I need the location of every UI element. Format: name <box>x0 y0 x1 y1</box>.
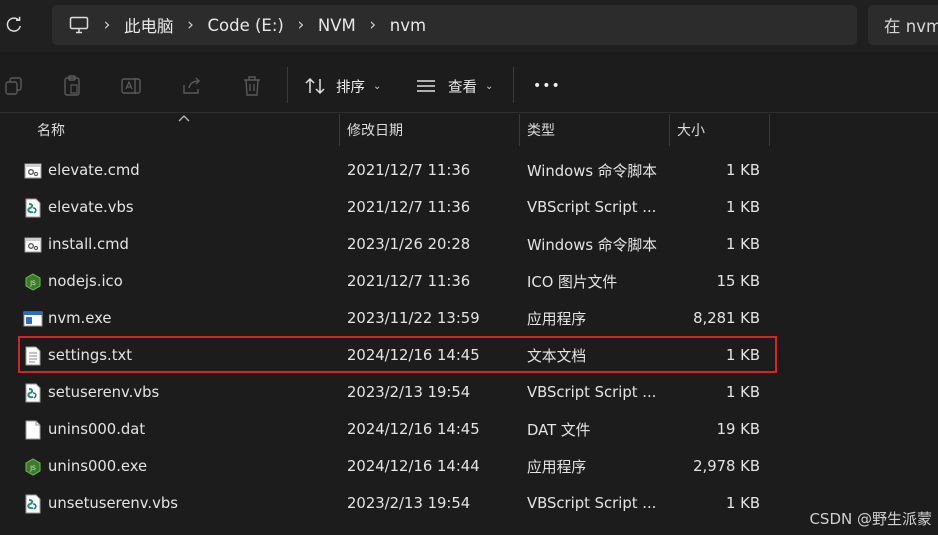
breadcrumb-separator[interactable]: › <box>90 15 124 35</box>
cmd-file-icon <box>23 226 43 263</box>
file-date: 2021/12/7 11:36 <box>347 162 471 179</box>
svg-text:JS: JS <box>29 280 36 287</box>
file-date: 2021/12/7 11:36 <box>347 273 471 290</box>
column-divider[interactable] <box>519 114 520 146</box>
cmd-file-icon <box>23 152 43 189</box>
delete-icon[interactable] <box>240 74 264 98</box>
vbs-file-icon <box>23 485 43 522</box>
chevron-down-icon: ⌄ <box>373 80 382 92</box>
file-date: 2023/11/22 13:59 <box>347 310 480 327</box>
file-name: elevate.cmd <box>48 162 140 179</box>
search-input[interactable]: 在 nvm <box>868 5 938 45</box>
file-size: 1 KB <box>726 384 760 401</box>
command-bar: 排序 ⌄ 查看 ⌄ ••• <box>0 57 938 113</box>
watermark: CSDN @野生派蒙 <box>809 510 932 528</box>
column-divider[interactable] <box>339 114 340 146</box>
vbs-file-icon <box>23 374 43 411</box>
address-bar-row: › 此电脑 › Code (E:) › NVM › nvm 在 nvm <box>0 0 938 52</box>
share-icon[interactable] <box>180 74 204 98</box>
column-header: 名称 修改日期 类型 大小 <box>0 114 938 146</box>
breadcrumb-nvm-subfolder[interactable]: nvm <box>390 16 426 35</box>
file-size: 2,978 KB <box>693 458 760 475</box>
breadcrumb-this-pc[interactable]: 此电脑 <box>124 13 174 37</box>
table-row[interactable]: install.cmd 2023/1/26 20:28 Windows 命令脚本… <box>18 226 772 263</box>
breadcrumb-separator[interactable]: › <box>284 15 318 35</box>
file-name: nvm.exe <box>48 310 112 327</box>
file-name: unsetuserenv.vbs <box>48 495 178 512</box>
breadcrumb-drive-e[interactable]: Code (E:) <box>208 16 284 35</box>
table-row[interactable]: setuserenv.vbs 2023/2/13 19:54 VBScript … <box>18 374 772 411</box>
table-row[interactable]: unsetuserenv.vbs 2023/2/13 19:54 VBScrip… <box>18 485 772 522</box>
file-name: unins000.dat <box>48 421 146 438</box>
refresh-icon[interactable] <box>2 12 26 38</box>
table-row[interactable]: elevate.cmd 2021/12/7 11:36 Windows 命令脚本… <box>18 152 772 189</box>
file-name: unins000.exe <box>48 458 148 475</box>
file-date: 2024/12/16 14:45 <box>347 421 480 438</box>
breadcrumb-separator[interactable]: › <box>356 15 390 35</box>
file-type: VBScript Script ... <box>527 495 657 512</box>
file-date: 2023/2/13 19:54 <box>347 495 471 512</box>
file-name: setuserenv.vbs <box>48 384 160 401</box>
vbs-file-icon <box>23 189 43 226</box>
file-date: 2021/12/7 11:36 <box>347 199 471 216</box>
table-row[interactable]: JS unins000.exe 2024/12/16 14:44 应用程序 2,… <box>18 448 772 485</box>
file-type: DAT 文件 <box>527 422 591 439</box>
view-icon <box>416 79 436 93</box>
more-options-button[interactable]: ••• <box>533 71 561 101</box>
table-row[interactable]: elevate.vbs 2021/12/7 11:36 VBScript Scr… <box>18 189 772 226</box>
file-date: 2023/2/13 19:54 <box>347 384 471 401</box>
column-divider[interactable] <box>669 114 670 146</box>
file-date: 2024/12/16 14:44 <box>347 458 480 475</box>
file-name: nodejs.ico <box>48 273 123 290</box>
paste-icon[interactable] <box>60 74 84 98</box>
breadcrumb-separator[interactable]: › <box>174 15 208 35</box>
sort-label: 排序 <box>336 79 365 96</box>
file-size: 8,281 KB <box>693 310 760 327</box>
file-type: 应用程序 <box>527 311 587 328</box>
rename-icon[interactable] <box>120 74 144 98</box>
column-header-name[interactable]: 名称 <box>37 114 65 146</box>
highlight-box <box>18 336 777 373</box>
nodejs-icon: JS <box>23 263 43 300</box>
file-size: 15 KB <box>716 273 760 290</box>
file-type: Windows 命令脚本 <box>527 237 657 254</box>
file-size: 1 KB <box>726 162 760 179</box>
table-row[interactable]: JS nodejs.ico 2021/12/7 11:36 ICO 图片文件 1… <box>18 263 772 300</box>
view-button[interactable]: 查看 ⌄ <box>416 71 493 101</box>
file-type: ICO 图片文件 <box>527 274 618 291</box>
file-size: 1 KB <box>726 495 760 512</box>
file-date: 2023/1/26 20:28 <box>347 236 471 253</box>
exe-file-icon <box>23 300 43 337</box>
breadcrumb-nvm-folder[interactable]: NVM <box>318 16 356 35</box>
breadcrumb[interactable]: › 此电脑 › Code (E:) › NVM › nvm <box>52 5 857 45</box>
sort-icon <box>304 77 326 95</box>
column-divider[interactable] <box>769 114 770 146</box>
column-header-type[interactable]: 类型 <box>527 114 555 146</box>
file-type: VBScript Script ... <box>527 199 657 216</box>
file-type: 应用程序 <box>527 459 587 476</box>
file-name: elevate.vbs <box>48 199 134 216</box>
view-label: 查看 <box>448 79 477 96</box>
sort-ascending-icon <box>178 114 190 125</box>
sort-button[interactable]: 排序 ⌄ <box>304 71 381 101</box>
table-row[interactable]: unins000.dat 2024/12/16 14:45 DAT 文件 19 … <box>18 411 772 448</box>
file-type: VBScript Script ... <box>527 384 657 401</box>
column-header-date[interactable]: 修改日期 <box>347 114 403 146</box>
table-row[interactable]: nvm.exe 2023/11/22 13:59 应用程序 8,281 KB <box>18 300 772 337</box>
column-header-size[interactable]: 大小 <box>677 114 705 146</box>
nodejs-icon: JS <box>23 448 43 485</box>
toolbar-divider <box>287 67 288 103</box>
computer-icon[interactable] <box>68 14 90 36</box>
copy-icon[interactable] <box>2 74 26 98</box>
file-name: install.cmd <box>48 236 129 253</box>
chevron-down-icon: ⌄ <box>485 80 494 92</box>
file-size: 19 KB <box>716 421 760 438</box>
file-size: 1 KB <box>726 199 760 216</box>
blank-file-icon <box>23 411 43 448</box>
file-size: 1 KB <box>726 236 760 253</box>
svg-text:JS: JS <box>29 465 36 472</box>
toolbar-divider <box>513 67 514 103</box>
file-type: Windows 命令脚本 <box>527 163 657 180</box>
